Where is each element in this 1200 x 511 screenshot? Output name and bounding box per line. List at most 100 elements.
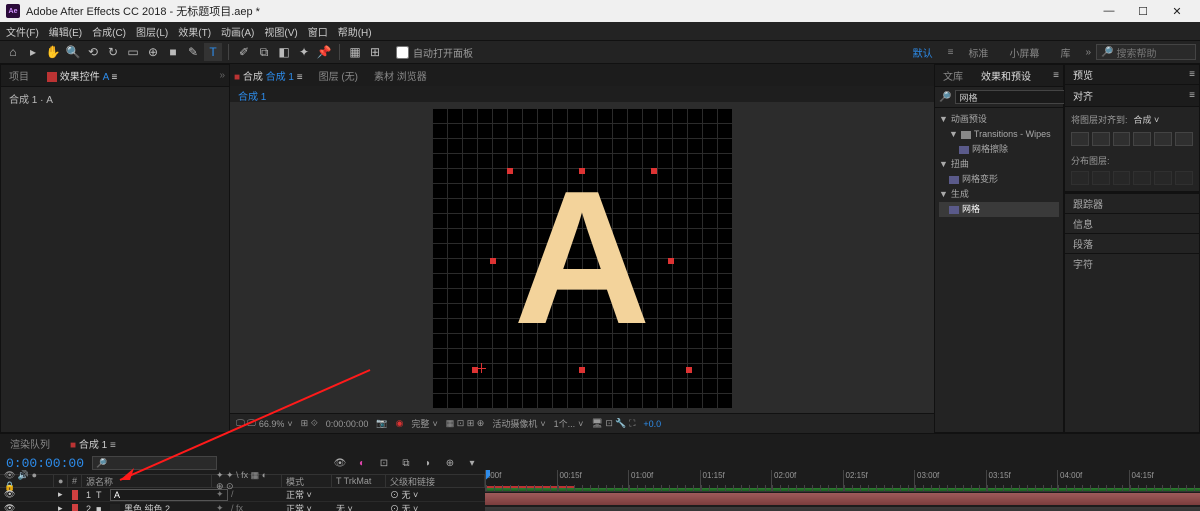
collapsed-panel[interactable]: 段落 [1065, 233, 1199, 253]
hand-tool[interactable]: ✋ [44, 43, 62, 61]
dist-6[interactable] [1175, 171, 1193, 185]
layer-name-input[interactable] [110, 489, 228, 501]
tree-item[interactable]: 网格擦除 [939, 142, 1059, 157]
handle-top-center[interactable] [579, 168, 585, 174]
anchor-point-icon[interactable] [476, 363, 486, 373]
rotate-tool[interactable]: ↻ [104, 43, 122, 61]
dist-5[interactable] [1154, 171, 1172, 185]
effects-search-input[interactable] [955, 90, 1080, 104]
menu-file[interactable]: 文件(F) [6, 24, 39, 39]
shape-tool[interactable]: ■ [164, 43, 182, 61]
ws-small[interactable]: 小屏幕 [999, 43, 1049, 62]
snap-icon[interactable]: ⊞ [366, 43, 384, 61]
tab-fx-controls[interactable]: 效果控件 A ≡ [43, 66, 121, 85]
menu-view[interactable]: 视图(V) [264, 24, 297, 39]
tree-item[interactable]: ▼Transitions - Wipes [939, 127, 1059, 142]
tree-item[interactable]: ▼扭曲 [939, 157, 1059, 172]
tree-item[interactable]: ▼动画预设 [939, 112, 1059, 127]
dist-4[interactable] [1133, 171, 1151, 185]
brush-tool[interactable]: ✐ [235, 43, 253, 61]
tab-render-queue[interactable]: 渲染队列 [6, 434, 54, 453]
collapsed-panel[interactable]: 字符 [1065, 253, 1199, 273]
puppet-tool[interactable]: 📌 [315, 43, 333, 61]
effects-tree[interactable]: ▼动画预设▼Transitions - Wipes网格擦除▼扭曲网格变形▼生成网… [935, 108, 1063, 432]
pen-tool[interactable]: ✎ [184, 43, 202, 61]
align-left-icon[interactable] [1071, 132, 1089, 146]
zoom-tool[interactable]: 🔍 [64, 43, 82, 61]
handle-mid-right[interactable] [668, 258, 674, 264]
grid-toggle[interactable]: ▦ ⊡ ⊞ ⊕ [446, 418, 485, 429]
views-dropdown[interactable]: 1个... ˅ [554, 417, 584, 430]
tab-effects-presets[interactable]: 效果和预设 [977, 66, 1035, 85]
mask-icon[interactable]: ◉ [396, 418, 404, 429]
ws-lib[interactable]: 库 [1050, 43, 1080, 62]
ws-default-chev[interactable]: ≡ [944, 45, 958, 60]
handle-bot-right[interactable] [686, 367, 692, 373]
tree-item[interactable]: 网格变形 [939, 172, 1059, 187]
ws-standard[interactable]: 标准 [958, 43, 998, 62]
eraser-tool[interactable]: ◧ [275, 43, 293, 61]
align-bottom-icon[interactable] [1175, 132, 1193, 146]
menu-anim[interactable]: 动画(A) [221, 24, 254, 39]
tree-item[interactable]: ▼生成 [939, 187, 1059, 202]
tab-comp1[interactable]: ■ 合成 1 ≡ [70, 436, 116, 451]
ws-more[interactable]: » [1081, 45, 1095, 60]
menu-window[interactable]: 窗口 [308, 24, 328, 39]
orbit-tool[interactable]: ⟲ [84, 43, 102, 61]
shy-icon[interactable]: 👁 [333, 456, 347, 470]
selection-tool[interactable]: ▸ [24, 43, 42, 61]
handle-bot-center[interactable] [579, 367, 585, 373]
composition-viewer[interactable]: A [230, 102, 934, 413]
layer-row[interactable]: 👁 ▸1T✦ /正常 ˅⊙ 无 ˅ [0, 488, 485, 502]
view-opts[interactable]: 🖥 ⊡ 🔧 ⛶ [591, 418, 635, 429]
comp-canvas[interactable]: A [432, 108, 732, 408]
handle-mid-left[interactable] [490, 258, 496, 264]
camera-tool[interactable]: ▭ [124, 43, 142, 61]
draft3d-icon[interactable]: ⊡ [377, 456, 391, 470]
viewer-tab-layer[interactable]: 图层 (无) [319, 68, 358, 83]
anchor-tool[interactable]: ⊕ [144, 43, 162, 61]
res-toggle[interactable]: ⊞ ⟐ [301, 418, 318, 429]
align-top-icon[interactable] [1133, 132, 1151, 146]
text-layer-a[interactable]: A [513, 163, 650, 353]
menu-comp[interactable]: 合成(C) [92, 24, 126, 39]
dist-3[interactable] [1113, 171, 1131, 185]
menu-help[interactable]: 帮助(H) [338, 24, 372, 39]
grid-icon[interactable]: ▦ [346, 43, 364, 61]
align-vcenter-icon[interactable] [1154, 132, 1172, 146]
clone-tool[interactable]: ⧉ [255, 43, 273, 61]
tab-library[interactable]: 文库 [939, 66, 967, 85]
maximize-button[interactable]: ☐ [1126, 0, 1160, 22]
auto-open-checkbox[interactable] [396, 46, 409, 59]
viewer-tab-footage[interactable]: 素材 浏览器 [374, 68, 427, 83]
align-right-icon[interactable] [1113, 132, 1131, 146]
tab-align[interactable]: 对齐 [1069, 86, 1097, 105]
close-button[interactable]: ✕ [1160, 0, 1194, 22]
align-target-dropdown[interactable]: 合成 ˅ [1134, 113, 1160, 126]
home-tool[interactable]: ⌂ [4, 43, 22, 61]
timeline-ruler-area[interactable]: :00f00:15f01:00f01:15f02:00f02:15f03:00f… [485, 470, 1200, 511]
roto-tool[interactable]: ✦ [295, 43, 313, 61]
handle-top-left[interactable] [507, 168, 513, 174]
menu-effect[interactable]: 效果(T) [178, 24, 211, 39]
minimize-button[interactable]: — [1092, 0, 1126, 22]
viewer-tab-comp[interactable]: ■ 合成 合成 1 ≡ [234, 68, 303, 83]
graph-icon[interactable]: ◐ [355, 456, 369, 470]
current-timecode[interactable]: 0:00:00:00 [6, 456, 84, 471]
collapsed-panel[interactable]: 信息 [1065, 213, 1199, 233]
exposure[interactable]: +0.0 [643, 419, 661, 429]
brainstorm-icon[interactable]: ⊕ [443, 456, 457, 470]
handle-top-right[interactable] [651, 168, 657, 174]
moblur-icon[interactable]: ◗ [421, 456, 435, 470]
clip-layer-2[interactable] [485, 507, 1200, 511]
dist-1[interactable] [1071, 171, 1089, 185]
timeline-search[interactable] [92, 456, 217, 470]
ws-default[interactable]: 默认 [903, 43, 943, 62]
zoom-dropdown[interactable]: 🖵 🖵 66.9% ˅ [236, 418, 293, 429]
text-tool[interactable]: T [204, 43, 222, 61]
time-display[interactable]: 0:00:00:00 [326, 419, 369, 429]
menu-layer[interactable]: 图层(L) [136, 24, 168, 39]
align-hcenter-icon[interactable] [1092, 132, 1110, 146]
frame-blend-icon[interactable]: ⧉ [399, 456, 413, 470]
tree-item[interactable]: 网格 [939, 202, 1059, 217]
